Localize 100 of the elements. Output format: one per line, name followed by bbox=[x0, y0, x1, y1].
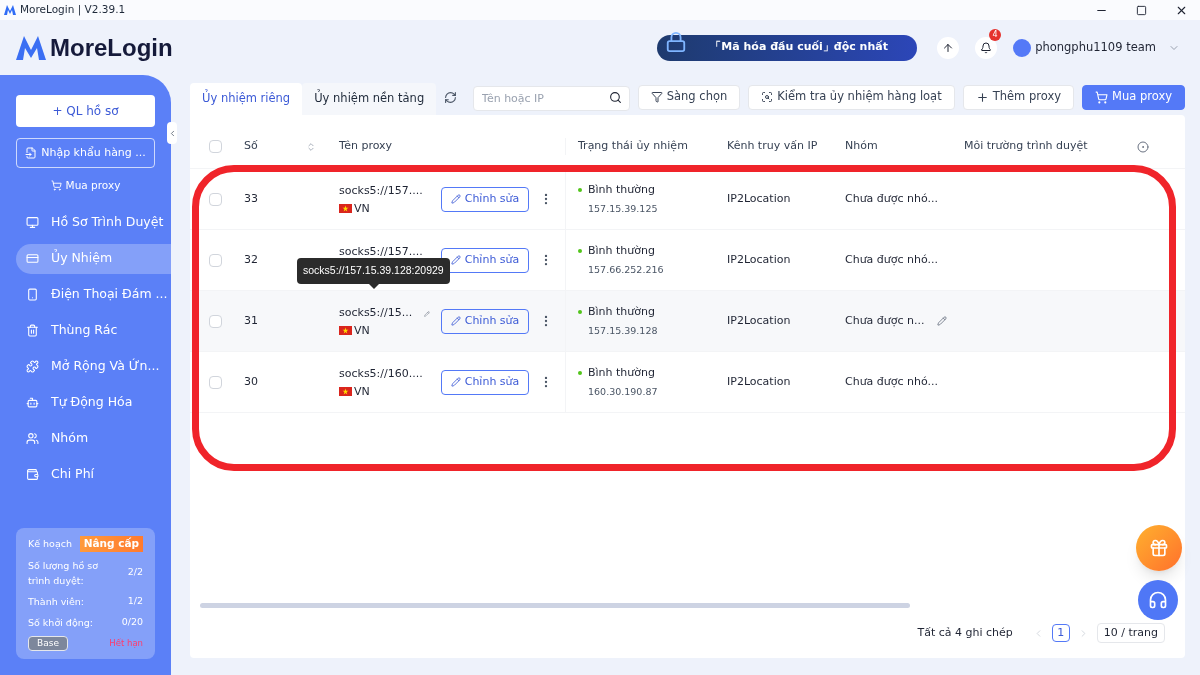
status-text: Bình thường bbox=[588, 364, 655, 381]
status-text: Bình thường bbox=[588, 303, 655, 320]
select-all-checkbox[interactable] bbox=[209, 140, 222, 153]
channel-cell-text: IP2Location bbox=[726, 312, 792, 329]
edit-icon[interactable] bbox=[936, 316, 947, 326]
robot-icon bbox=[26, 396, 39, 410]
record-count: Tất cả 4 ghi chép bbox=[917, 624, 1013, 641]
sort-icon[interactable] bbox=[306, 141, 316, 152]
lock-icon bbox=[665, 30, 688, 53]
status-text: Bình thường bbox=[588, 242, 655, 259]
filter-icon bbox=[650, 91, 663, 103]
column-header: Nhóm bbox=[844, 138, 879, 155]
scan-search-icon bbox=[761, 91, 774, 103]
row-checkbox[interactable] bbox=[209, 314, 222, 328]
bell-icon bbox=[980, 41, 993, 54]
cart-icon bbox=[1095, 90, 1108, 104]
group-cell-text: Chưa được nhó... bbox=[845, 373, 939, 390]
edit-button[interactable]: Chỉnh sửa bbox=[441, 186, 529, 212]
edit-button[interactable]: Chỉnh sửa bbox=[441, 308, 529, 334]
sidebar-item[interactable]: Hồ Sơ Trình Duyệt bbox=[16, 207, 171, 238]
row-number: 32 bbox=[243, 251, 259, 268]
promo-banner[interactable]: 「Mã hóa đầu cuối」độc nhất bbox=[657, 34, 918, 61]
maximize-icon[interactable] bbox=[1136, 4, 1147, 16]
tier-badge: Base bbox=[28, 635, 68, 651]
tab[interactable]: Ủy nhiệm riêng bbox=[190, 83, 303, 115]
import-icon bbox=[25, 147, 38, 159]
status-text: Bình thường bbox=[588, 181, 655, 198]
ip-address: 160.30.190.87 bbox=[587, 385, 659, 400]
batch-check-button[interactable]: Kiểm tra ủy nhiệm hàng loạt bbox=[748, 84, 955, 110]
stat-label: Số khởi động: bbox=[28, 615, 94, 630]
sidebar-item[interactable]: Chi Phí bbox=[16, 459, 171, 490]
cart-icon bbox=[50, 180, 62, 192]
flag-icon bbox=[339, 204, 352, 214]
upload-button[interactable] bbox=[937, 36, 960, 59]
puzzle-icon bbox=[26, 360, 39, 374]
column-header: Trạng thái ủy nhiệm bbox=[565, 138, 715, 155]
ip-address: 157.15.39.125 bbox=[587, 202, 659, 217]
app-logo-icon bbox=[4, 5, 16, 15]
page-size-select[interactable]: 10 / trang bbox=[1096, 623, 1165, 643]
proxy-name: socks5://15... bbox=[339, 305, 413, 322]
tooltip-arrow bbox=[369, 284, 379, 289]
sidebar-item[interactable]: Tự Động Hóa bbox=[16, 387, 171, 418]
profile-manager-button[interactable]: + QL hồ sơ bbox=[16, 95, 155, 127]
tab[interactable]: Ủy nhiệm nền tảng bbox=[302, 83, 437, 115]
column-header: Môi trường trình duyệt bbox=[963, 138, 1089, 155]
row-checkbox[interactable] bbox=[209, 375, 222, 389]
filter-button[interactable]: Sàng chọn bbox=[637, 84, 741, 110]
group-cell-text: Chưa được n... bbox=[845, 312, 925, 329]
search-field[interactable]: Tên hoặc IP bbox=[472, 85, 630, 111]
row-checkbox[interactable] bbox=[209, 192, 222, 206]
pencil-icon bbox=[450, 377, 461, 387]
channel-cell-text: IP2Location bbox=[726, 373, 792, 390]
group-cell-text: Chưa được nhó... bbox=[845, 251, 939, 268]
pencil-icon bbox=[450, 255, 461, 265]
buy-proxy-button[interactable]: Mua proxy bbox=[1082, 84, 1185, 110]
table-row[interactable]: 30 socks5://160.... VN Chỉnh sửa Bình thường 160.30.190.87 IP2Location Chưa được nhó... bbox=[190, 352, 1185, 413]
page-button[interactable]: 1 bbox=[1051, 624, 1070, 642]
row-number: 30 bbox=[243, 373, 259, 390]
edit-button[interactable]: Chỉnh sửa bbox=[441, 369, 529, 395]
notification-button[interactable] bbox=[975, 36, 998, 59]
phone-icon bbox=[26, 288, 39, 302]
users-icon bbox=[26, 432, 39, 446]
monitor-icon bbox=[26, 216, 39, 230]
user-avatar bbox=[1013, 38, 1032, 57]
column-header: Tên proxy bbox=[338, 138, 394, 155]
notification-badge: 4 bbox=[989, 28, 1002, 41]
proxy-name: socks5://157.... bbox=[339, 244, 423, 261]
group-cell-text: Chưa được nhó... bbox=[845, 190, 939, 207]
stat-value: 2/2 bbox=[127, 565, 143, 580]
trash-icon bbox=[26, 324, 39, 338]
pencil-icon bbox=[450, 194, 461, 204]
collapse-handle[interactable] bbox=[167, 122, 177, 144]
table-row[interactable]: 33 socks5://157.... VN Chỉnh sửa Bình thường 157.15.39.125 IP2Location Chưa được nhó... bbox=[190, 169, 1185, 230]
proxy-name: socks5://160.... bbox=[339, 366, 423, 383]
horizontal-scrollbar[interactable] bbox=[200, 603, 910, 608]
flag-icon bbox=[339, 326, 352, 336]
sidebar-item[interactable]: Thùng Rác bbox=[16, 315, 171, 346]
stat-value: 1/2 bbox=[127, 593, 143, 608]
window-title: MoreLogin | V2.39.1 bbox=[20, 2, 126, 18]
refresh-icon[interactable] bbox=[443, 90, 457, 104]
user-name[interactable]: phongphu1109 team bbox=[1035, 38, 1156, 57]
edit-icon[interactable] bbox=[424, 308, 430, 319]
plan-label: Kế hoạch bbox=[28, 536, 72, 551]
proxy-name: socks5://157.... bbox=[339, 183, 423, 200]
add-proxy-button[interactable]: Thêm proxy bbox=[962, 84, 1074, 110]
channel-cell-text: IP2Location bbox=[726, 251, 792, 268]
table-row[interactable]: 31 socks5://15... VN Chỉnh sửa Bình thường 157.15.39.128 IP2Location Chưa được n... bbox=[190, 291, 1185, 352]
gift-icon bbox=[1149, 538, 1169, 558]
buy-proxy-link[interactable]: Mua proxy bbox=[50, 178, 121, 194]
plus-icon bbox=[975, 90, 989, 104]
row-checkbox[interactable] bbox=[209, 253, 222, 267]
wallet-icon bbox=[26, 468, 39, 482]
stat-value: 0/20 bbox=[121, 614, 143, 629]
column-settings-icon[interactable] bbox=[1137, 140, 1149, 153]
flag-icon bbox=[339, 387, 352, 397]
ip-address: 157.66.252.216 bbox=[587, 263, 665, 278]
import-button[interactable]: Nhập khẩu hàng ... bbox=[16, 138, 155, 168]
sidebar-item[interactable]: Nhóm bbox=[16, 423, 171, 454]
sidebar-item[interactable]: Điện Thoại Đám ... bbox=[16, 279, 171, 310]
sidebar-item[interactable]: Mở Rộng Và Ứn... bbox=[16, 351, 171, 382]
